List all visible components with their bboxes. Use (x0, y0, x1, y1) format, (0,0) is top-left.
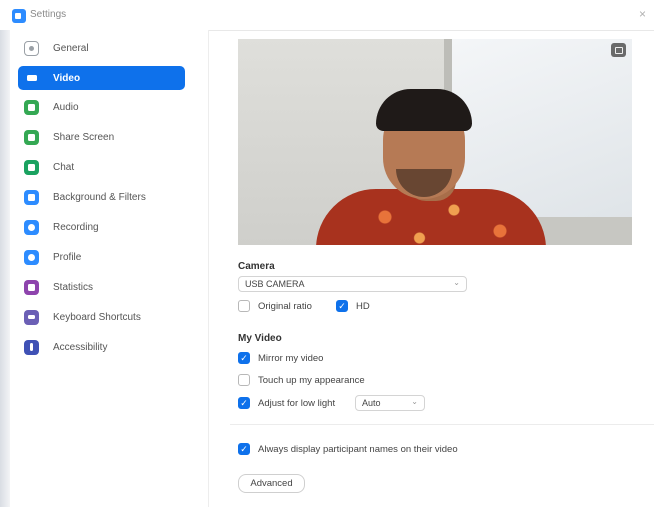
accessibility-icon (24, 339, 39, 355)
touch-up-checkbox[interactable] (238, 374, 250, 386)
camera-select-value: USB CAMERA (245, 279, 305, 289)
window-title: Settings (30, 9, 67, 20)
headphones-icon (24, 99, 39, 115)
zoom-logo-icon (12, 9, 26, 23)
low-light-label: Adjust for low light (258, 397, 336, 409)
sidebar-item-video[interactable]: Video (18, 66, 185, 90)
always-display-names-checkbox[interactable]: ✓ (238, 443, 250, 455)
chevron-down-icon: ⌄ (453, 278, 460, 287)
statistics-icon (24, 279, 39, 295)
low-light-option[interactable]: ✓ Adjust for low light (238, 397, 335, 409)
gear-icon (24, 40, 39, 56)
sidebar-item-profile[interactable]: Profile (18, 245, 185, 269)
camera-select[interactable]: USB CAMERA ⌄ (238, 276, 467, 292)
sidebar-item-chat[interactable]: Chat (18, 155, 185, 179)
low-light-checkbox[interactable]: ✓ (238, 397, 250, 409)
title-bar: Settings × (0, 0, 654, 31)
recording-icon (24, 219, 39, 235)
mirror-video-checkbox[interactable]: ✓ (238, 352, 250, 364)
sidebar-item-general[interactable]: General (18, 36, 185, 60)
mirror-video-option[interactable]: ✓ Mirror my video (238, 352, 323, 364)
mirror-video-label: Mirror my video (258, 352, 324, 364)
divider (230, 424, 654, 425)
low-light-mode-select[interactable]: Auto ⌄ (355, 395, 425, 411)
sidebar-item-label: General (53, 42, 89, 54)
close-icon[interactable]: × (639, 7, 646, 21)
sidebar-item-label: Recording (53, 221, 99, 233)
keyboard-icon (24, 309, 39, 325)
sidebar-item-label: Statistics (53, 281, 94, 293)
background-icon (24, 189, 39, 205)
sidebar-item-share-screen[interactable]: Share Screen (18, 125, 185, 149)
touch-up-label: Touch up my appearance (258, 374, 365, 386)
always-display-names-option[interactable]: ✓ Always display participant names on th… (238, 443, 458, 455)
sidebar-item-label: Background & Filters (53, 191, 146, 203)
hd-checkbox[interactable]: ✓ (336, 300, 348, 312)
always-display-names-label: Always display participant names on thei… (258, 443, 458, 455)
profile-icon (24, 249, 39, 265)
hd-option[interactable]: ✓ HD (336, 300, 370, 312)
sidebar-item-statistics[interactable]: Statistics (18, 275, 185, 299)
rotate-camera-icon[interactable] (611, 43, 626, 57)
original-ratio-option[interactable]: Original ratio (238, 300, 312, 312)
sidebar-edge (0, 30, 10, 507)
sidebar-item-label: Audio (53, 101, 79, 113)
sidebar-item-label: Profile (53, 251, 82, 263)
low-light-mode-value: Auto (362, 398, 381, 408)
original-ratio-label: Original ratio (258, 300, 312, 312)
settings-window: Settings × General Video Audio Share Scr… (0, 0, 654, 507)
advanced-button[interactable]: Advanced (238, 474, 305, 493)
share-screen-icon (24, 129, 39, 145)
original-ratio-checkbox[interactable] (238, 300, 250, 312)
sidebar-item-background-filters[interactable]: Background & Filters (18, 185, 185, 209)
sidebar-item-label: Video (53, 72, 81, 84)
sidebar-item-keyboard-shortcuts[interactable]: Keyboard Shortcuts (18, 305, 185, 329)
camera-label: Camera (238, 261, 275, 272)
hd-label: HD (356, 300, 370, 312)
sidebar-item-label: Keyboard Shortcuts (53, 311, 141, 323)
sidebar-item-label: Share Screen (53, 131, 115, 143)
sidebar-item-label: Accessibility (53, 341, 108, 353)
my-video-label: My Video (238, 333, 282, 344)
chat-bubble-icon (24, 159, 39, 175)
sidebar-item-audio[interactable]: Audio (18, 95, 185, 119)
sidebar-item-label: Chat (53, 161, 75, 173)
video-camera-icon (24, 71, 39, 86)
touch-up-option[interactable]: Touch up my appearance (238, 374, 365, 386)
chevron-down-icon: ⌄ (411, 397, 418, 406)
video-preview (238, 39, 632, 245)
sidebar-item-recording[interactable]: Recording (18, 215, 185, 239)
sidebar-item-accessibility[interactable]: Accessibility (18, 335, 185, 359)
